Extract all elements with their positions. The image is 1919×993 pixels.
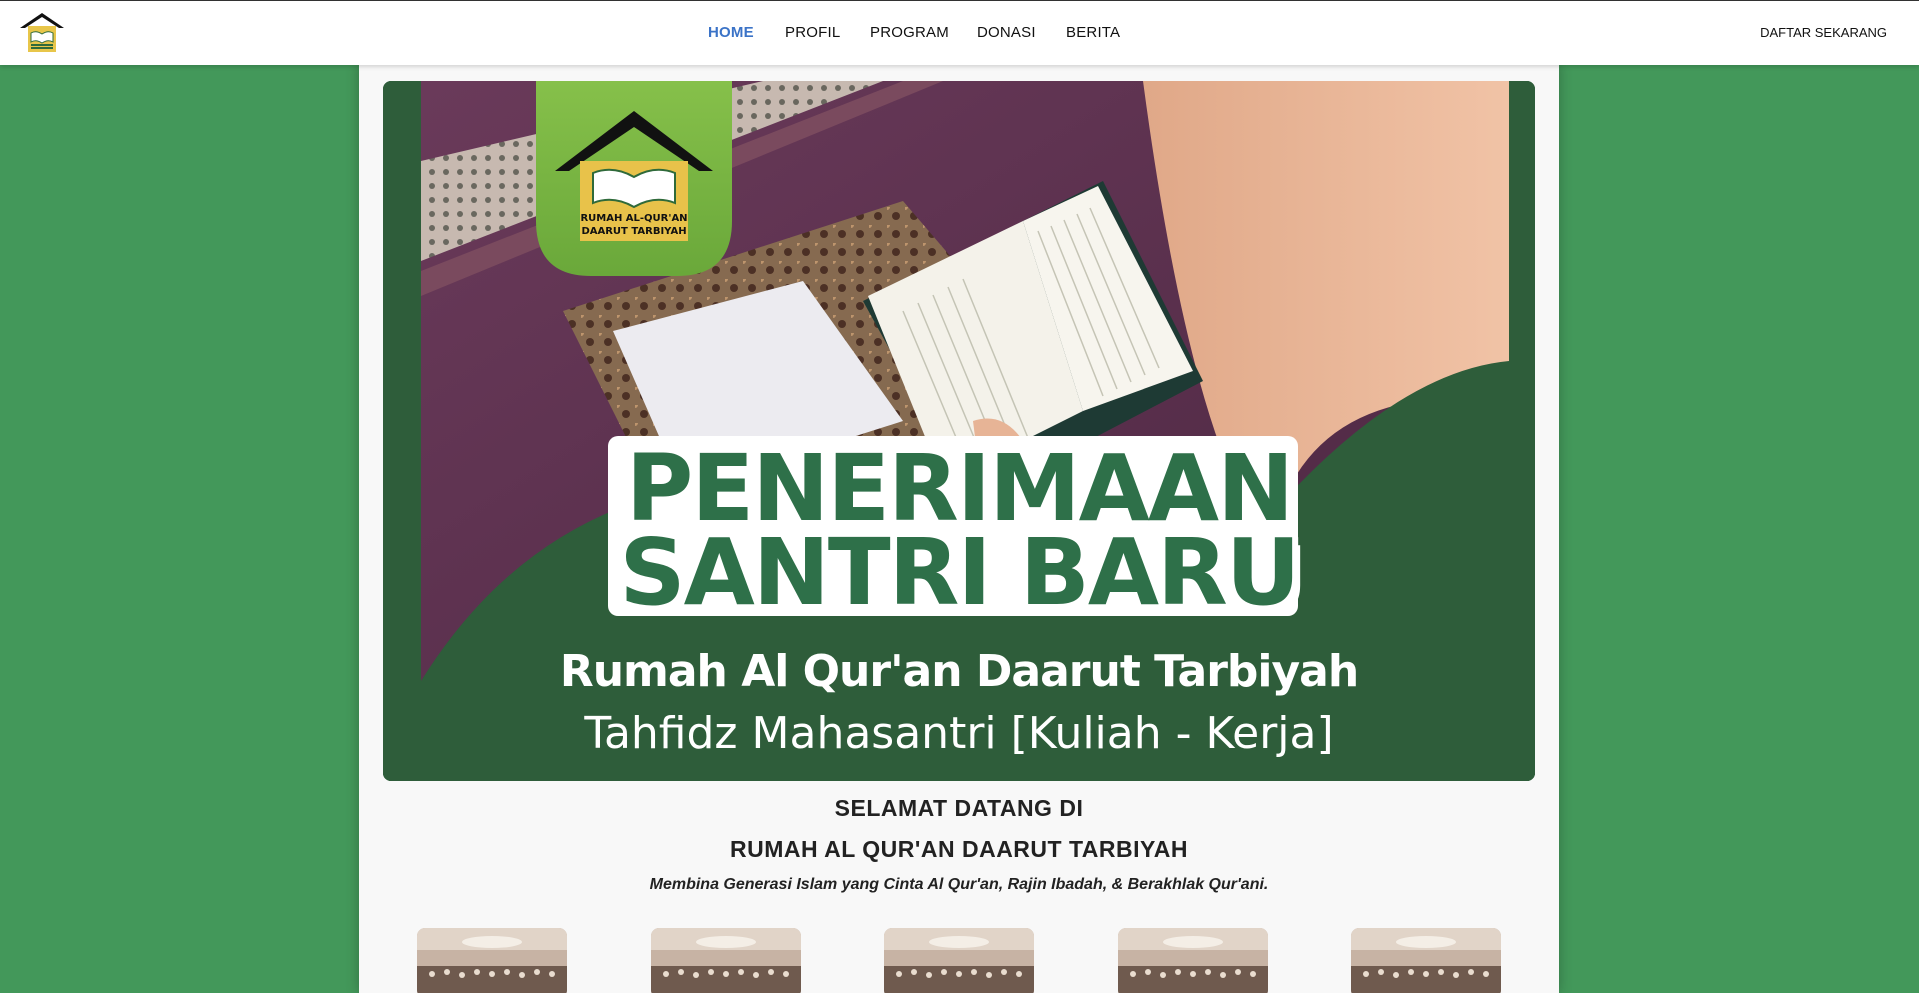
nav-berita[interactable]: BERITA: [1066, 24, 1120, 41]
nav-profil[interactable]: PROFIL: [785, 24, 840, 41]
gallery-photo-4[interactable]: [1118, 928, 1268, 993]
gallery-photo-5[interactable]: [1351, 928, 1501, 993]
headline-line-2: SANTRI BARU: [619, 519, 1300, 626]
daftar-sekarang-button[interactable]: DAFTAR SEKARANG: [1760, 25, 1887, 40]
gallery-photo-2[interactable]: [651, 928, 801, 993]
hero-subtitle-2: Tahfidz Mahasantri [Kuliah - Kerja]: [584, 708, 1334, 759]
badge-text-2: DAARUT TARBIYAH: [581, 226, 686, 237]
navbar: HOME PROFIL PROGRAM DONASI BERITA DAFTAR…: [0, 1, 1919, 65]
tagline: Membina Generasi Islam yang Cinta Al Qur…: [649, 876, 1269, 893]
hero-subtitle: Rumah Al Qur'an Daarut Tarbiyah: [559, 646, 1359, 697]
gallery-photo-3[interactable]: [884, 928, 1034, 993]
main-content: RUMAH AL-QUR'AN DAARUT TARBIYAH PENERIMA…: [359, 62, 1559, 993]
welcome-heading-2: RUMAH AL QUR'AN DAARUT TARBIYAH: [730, 836, 1188, 862]
nav-home[interactable]: HOME: [708, 24, 754, 41]
nav-program[interactable]: PROGRAM: [870, 24, 949, 41]
nav-donasi[interactable]: DONASI: [977, 24, 1036, 41]
gallery-photo-1[interactable]: [417, 928, 567, 993]
welcome-heading-1: SELAMAT DATANG DI: [834, 795, 1084, 821]
main-nav: HOME PROFIL PROGRAM DONASI BERITA: [0, 1, 1919, 65]
hero-banner: RUMAH AL-QUR'AN DAARUT TARBIYAH PENERIMA…: [383, 81, 1535, 781]
badge-text-1: RUMAH AL-QUR'AN: [580, 213, 687, 224]
